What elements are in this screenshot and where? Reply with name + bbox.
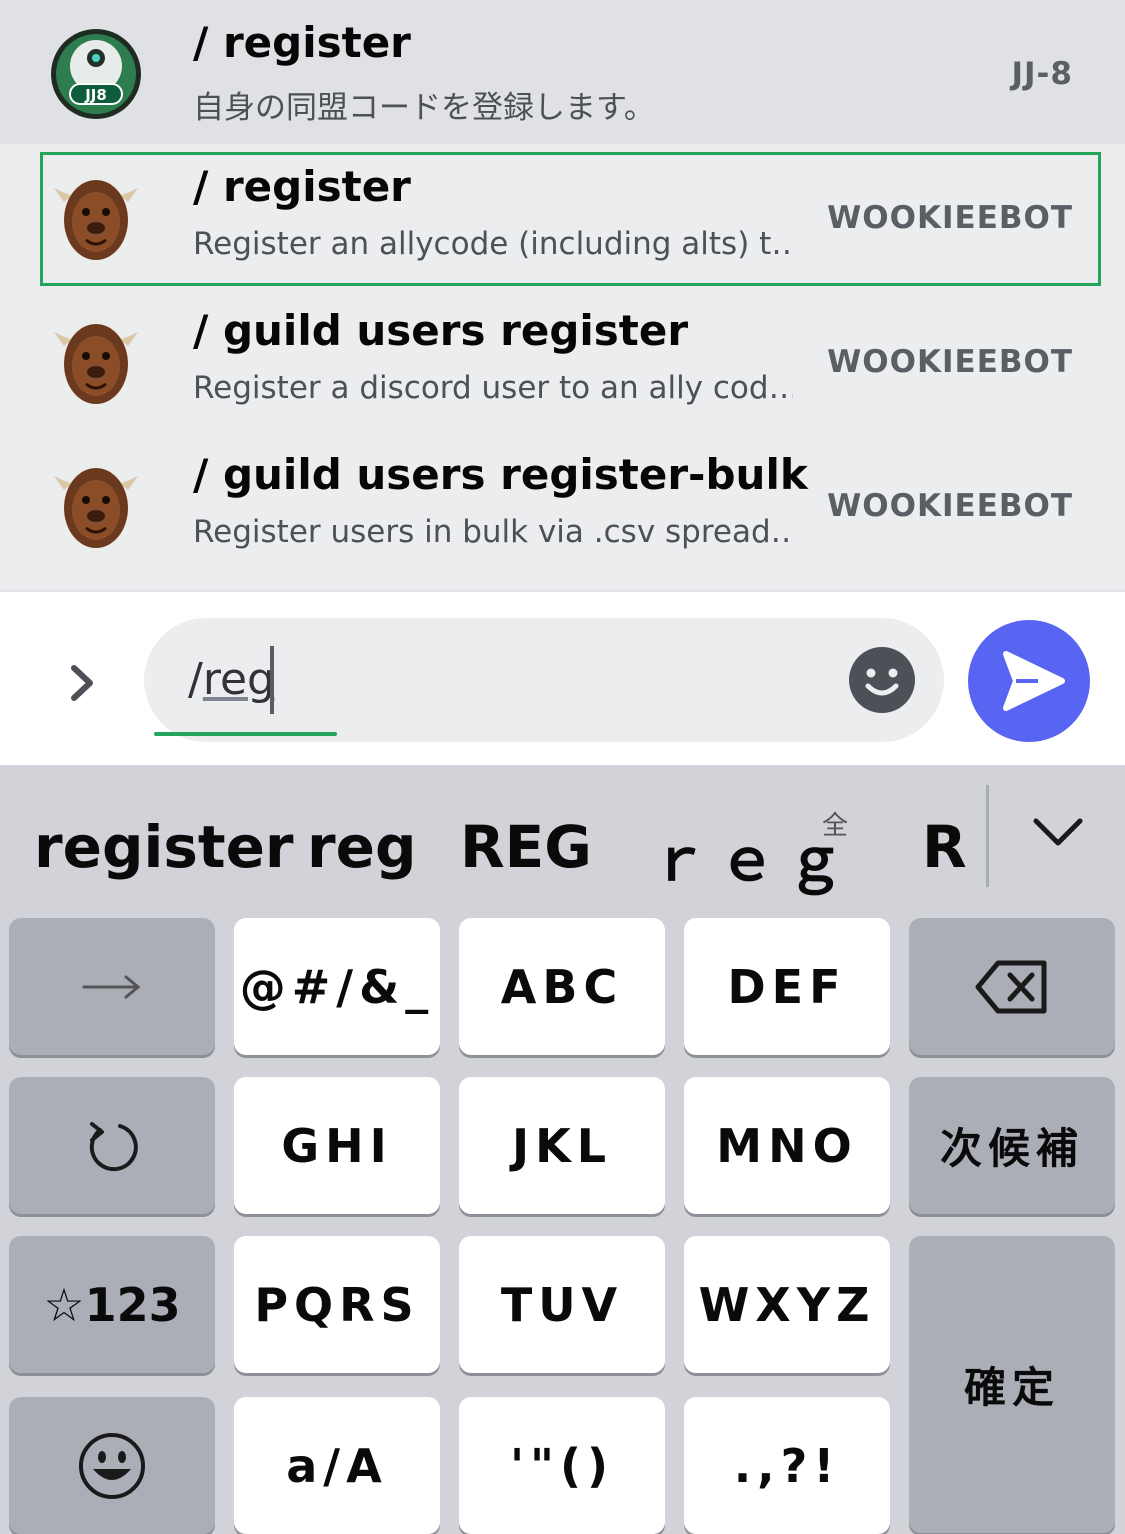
key-quotes-parens[interactable]: '"() xyxy=(459,1397,665,1534)
command-description: Register users in bulk via .csv spread… xyxy=(193,514,793,550)
bot-name: WOOKIEEBOT xyxy=(827,200,1073,236)
send-arrow-icon xyxy=(1003,651,1065,711)
input-prefix: / xyxy=(188,654,203,705)
command-item-guild-users-register[interactable]: / guild users register Register a discor… xyxy=(0,288,1125,432)
message-input-text[interactable]: /reg xyxy=(188,654,275,705)
key-mno[interactable]: MNO xyxy=(684,1077,890,1214)
key-tuv[interactable]: TUV xyxy=(459,1236,665,1373)
send-button[interactable] xyxy=(968,620,1090,742)
key-symbols[interactable]: @#/&_ xyxy=(234,918,440,1055)
key-wxyz[interactable]: WXYZ xyxy=(684,1236,890,1373)
undo-icon xyxy=(89,1121,138,1171)
fullwidth-mark: 全 xyxy=(822,811,849,841)
key-def[interactable]: DEF xyxy=(684,918,890,1055)
bot-name: WOOKIEEBOT xyxy=(827,344,1073,380)
command-description: Register an allycode (including alts) t… xyxy=(193,226,793,262)
command-suggestion-list: JJ8 / register 自身の同盟コードを登録します。 JJ-8 / re… xyxy=(0,0,1125,590)
key-ghi[interactable]: GHI xyxy=(234,1077,440,1214)
command-name: / register xyxy=(193,162,411,211)
wookiee-bot-avatar xyxy=(54,324,138,404)
command-description: 自身の同盟コードを登録します。 xyxy=(193,90,655,126)
undo-key[interactable] xyxy=(9,1077,215,1214)
next-candidate-key[interactable]: 次候補 xyxy=(909,1077,1115,1214)
bot-name: JJ-8 xyxy=(1011,56,1073,92)
wookiee-bot-avatar xyxy=(54,180,138,260)
command-description: Register a discord user to an ally cod… xyxy=(193,370,793,406)
emoji-icon xyxy=(79,1432,145,1499)
text-caret xyxy=(270,646,274,714)
key-punctuation[interactable]: .,?! xyxy=(684,1397,890,1534)
command-item-wookiee-register[interactable]: / register Register an allycode (includi… xyxy=(0,144,1125,288)
candidate-r-truncated[interactable]: R xyxy=(922,813,986,881)
key-case-toggle[interactable]: a/A xyxy=(234,1397,440,1534)
command-name: / guild users register-bulk xyxy=(193,450,808,499)
emoji-keyboard-key[interactable] xyxy=(9,1397,215,1534)
cursor-right-key[interactable] xyxy=(9,918,215,1055)
candidate-register[interactable]: register xyxy=(34,813,294,881)
keyboard: register reg REG ｒｅｇ 全 R @#/&_ ABC DEF G… xyxy=(0,765,1125,1534)
delete-key[interactable] xyxy=(909,918,1115,1055)
jj8-bot-avatar: JJ8 xyxy=(51,29,141,119)
candidate-reg[interactable]: reg xyxy=(307,813,416,881)
candidate-reg-upper[interactable]: REG xyxy=(460,813,592,881)
command-item-jj8-register[interactable]: JJ8 / register 自身の同盟コードを登録します。 JJ-8 xyxy=(0,0,1125,144)
chevron-right-icon[interactable] xyxy=(58,658,108,708)
command-name: / guild users register xyxy=(193,306,689,355)
candidate-divider xyxy=(986,785,989,887)
key-abc[interactable]: ABC xyxy=(459,918,665,1055)
emoji-icon[interactable] xyxy=(848,646,916,714)
candidate-bar: register reg REG ｒｅｇ 全 R xyxy=(0,765,1125,915)
ime-composition-underline xyxy=(154,732,337,736)
svg-text:JJ8: JJ8 xyxy=(84,86,107,104)
command-item-guild-users-register-bulk[interactable]: / guild users register-bulk Register use… xyxy=(0,432,1125,576)
key-pqrs[interactable]: PQRS xyxy=(234,1236,440,1373)
wookiee-bot-avatar xyxy=(54,468,138,548)
mode-switch-key[interactable]: ☆123 xyxy=(9,1236,215,1373)
arrow-right-icon xyxy=(82,975,141,998)
command-name: / register xyxy=(193,18,411,67)
message-input[interactable]: /reg xyxy=(144,618,944,742)
backspace-icon xyxy=(975,960,1047,1013)
input-composing-text: reg xyxy=(202,654,275,705)
confirm-key[interactable]: 確定 xyxy=(909,1236,1115,1533)
key-jkl[interactable]: JKL xyxy=(459,1077,665,1214)
chevron-down-icon[interactable] xyxy=(1030,813,1086,853)
bot-name: WOOKIEEBOT xyxy=(827,488,1073,524)
message-input-bar: /reg xyxy=(0,590,1125,765)
